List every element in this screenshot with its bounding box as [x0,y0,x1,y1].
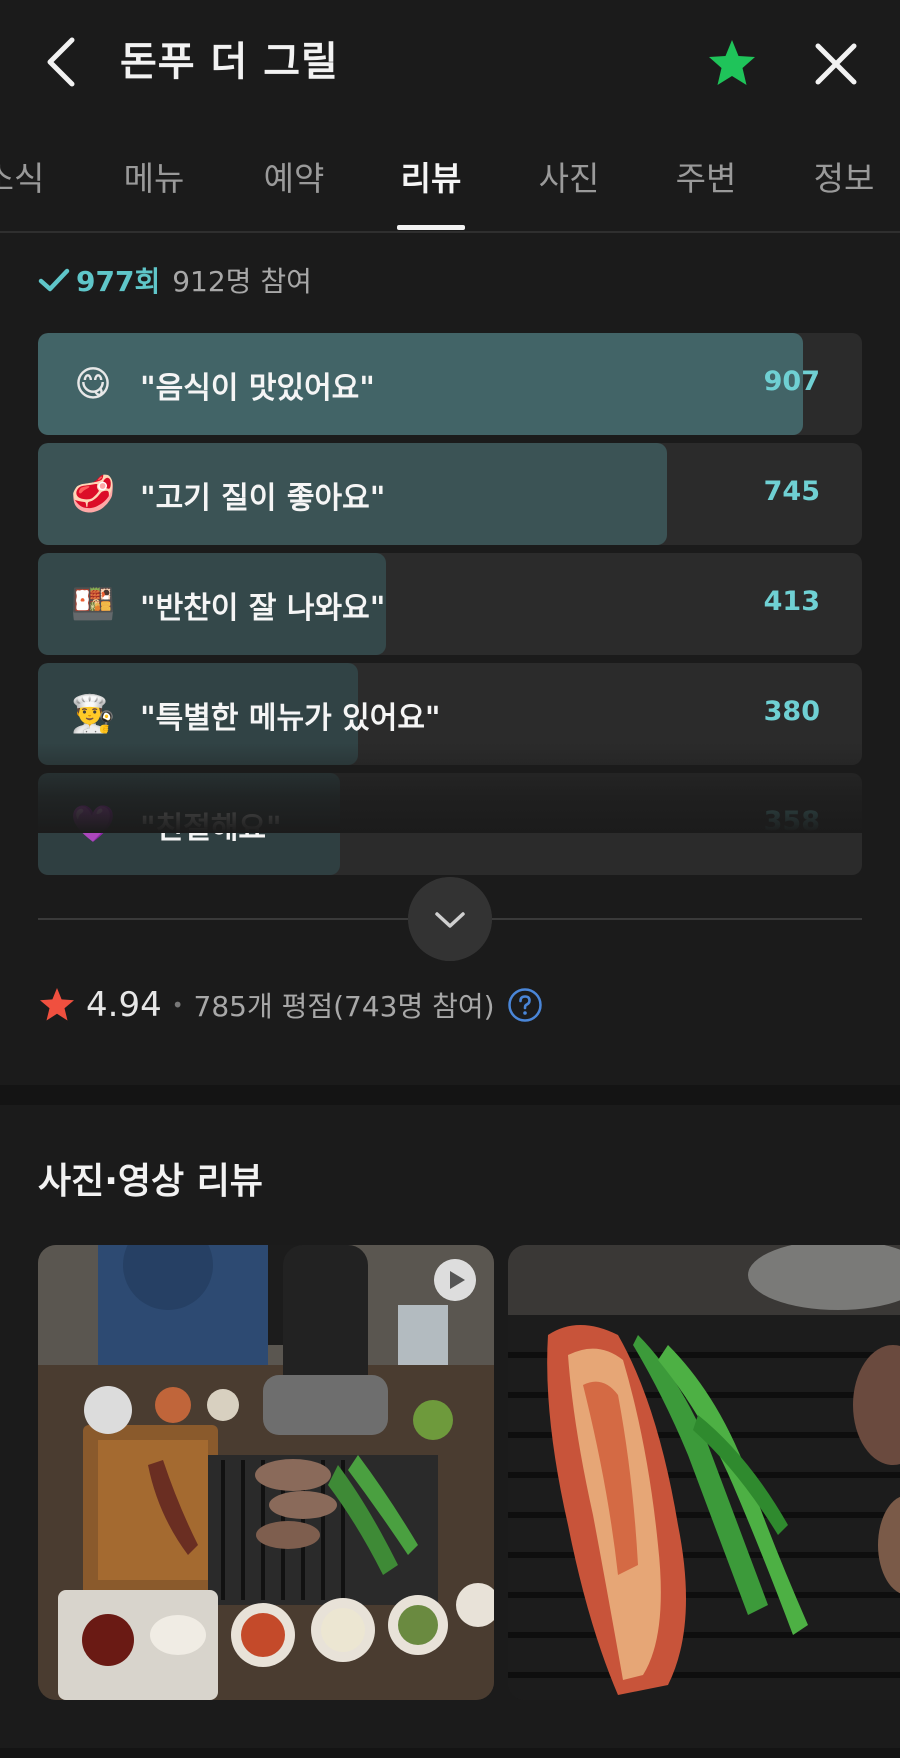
star-icon[interactable] [704,36,760,92]
meat-icon: 🥩 [70,474,116,515]
list-fade-overlay [38,743,862,833]
page-title: 돈푸 더 그릴 [120,39,339,85]
vote-label: "고기 질이 좋아요" [140,481,386,516]
tab-reservation[interactable]: 예약 [264,152,325,200]
tab-info[interactable]: 정보 [814,152,875,200]
section-separator [0,1085,900,1105]
top-bar: 돈푸 더 그릴 [0,0,900,126]
question-circle-icon[interactable] [507,987,543,1023]
section-title: 사진·영상 리뷰 [38,1161,263,1202]
review-photo[interactable] [508,1245,900,1700]
chef-icon: 👨‍🍳 [70,694,116,735]
rating-score: 4.94 [86,985,162,1025]
keyword-vote-list: 😋 "음식이 맛있어요" 907 🥩 "고기 질이 좋아요" 745 🍱 "반찬… [38,333,862,883]
vote-count: 380 [763,696,820,727]
vote-item[interactable]: 🍱 "반찬이 잘 나와요" 413 [38,553,862,655]
close-icon[interactable] [810,38,862,90]
bottom-separator [0,1748,900,1758]
tab-review[interactable]: 리뷰 [401,152,462,200]
vote-item[interactable]: 🥩 "고기 질이 좋아요" 745 [38,443,862,545]
review-summary: 977회 912명 참여 [38,260,312,300]
check-icon [38,268,70,292]
bento-box-icon: 🍱 [70,584,116,625]
tab-nearby[interactable]: 주변 [676,152,737,200]
vote-total: 977회 [76,265,161,298]
rating-count: 785개 평점(743명 참여) [193,990,495,1023]
yum-face-icon: 😋 [74,364,112,405]
chevron-down-icon[interactable] [408,877,492,961]
participant-count: 912명 참여 [172,265,312,298]
vote-label: "특별한 메뉴가 있어요" [140,701,441,736]
active-tab-indicator [397,225,465,230]
chevron-left-icon[interactable] [38,30,86,94]
vote-count: 907 [763,366,820,397]
play-icon[interactable] [434,1259,476,1301]
vote-count: 413 [763,586,820,617]
tab-news[interactable]: 소식 [0,152,44,200]
tab-photos[interactable]: 사진 [539,152,600,200]
review-photo[interactable] [38,1245,494,1700]
vote-item[interactable]: 😋 "음식이 맛있어요" 907 [38,333,862,435]
tab-menu[interactable]: 메뉴 [124,152,185,200]
rating-row: 4.94 • 785개 평점(743명 참여) [38,985,543,1025]
kimchi-grill-photo [508,1245,900,1700]
grill-table-photo [38,1245,494,1700]
star-icon [40,988,74,1021]
vote-label: "반찬이 잘 나와요" [140,591,386,626]
tab-bar: 소식 메뉴 예약 리뷰 사진 주변 정보 [0,126,900,233]
separator-dot: • [171,993,184,1017]
vote-count: 745 [763,476,820,507]
vote-label: "음식이 맛있어요" [140,371,375,406]
